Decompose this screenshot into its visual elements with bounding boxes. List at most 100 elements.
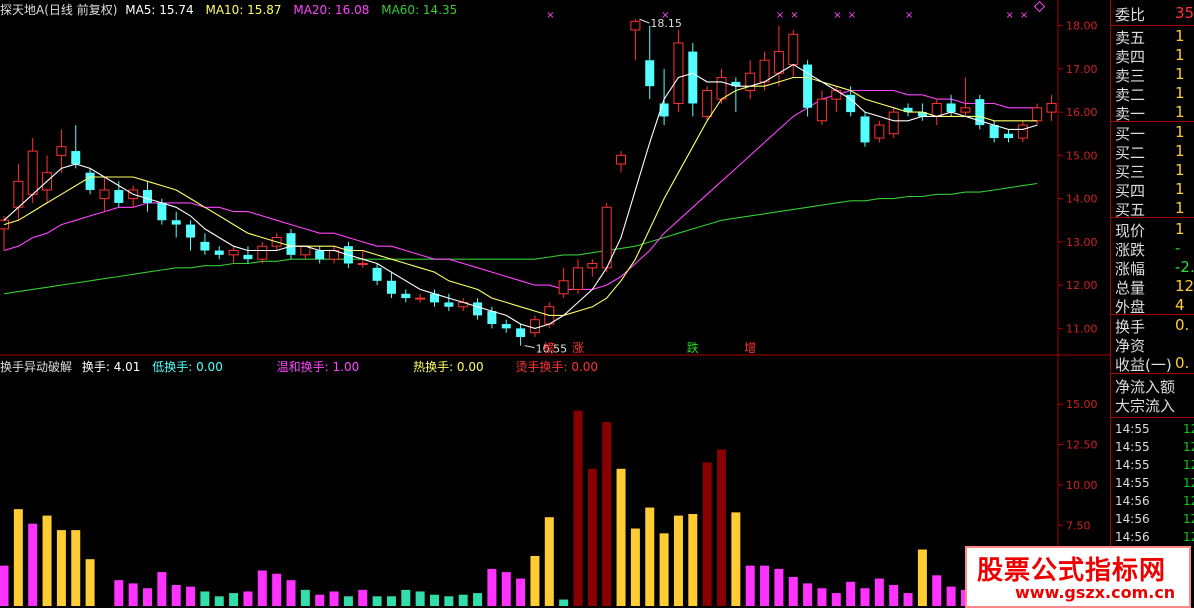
turnover-bar (645, 507, 655, 606)
turnover-bar (272, 573, 282, 606)
stat-row: 外盘 4 (1115, 296, 1185, 316)
tick-row: 14:56 12 (1115, 512, 1194, 526)
low-turnover-value: 低换手: 0.00 (152, 360, 223, 374)
turnover-bar (243, 591, 253, 606)
candle-body (702, 90, 713, 117)
candle (415, 293, 426, 303)
turnover-bar (430, 594, 439, 606)
candle-body (688, 51, 698, 104)
candle (587, 259, 598, 277)
turnover-bar (903, 593, 913, 606)
candle (630, 19, 641, 61)
tick-row-label: 14:55 (1115, 458, 1150, 472)
turnover-bar (56, 530, 66, 606)
tick-row-label: 14:55 (1115, 476, 1150, 490)
candle-body (773, 51, 784, 74)
sell-level-5: 卖五 1 (1115, 27, 1185, 47)
candle-body (386, 280, 396, 294)
buy-level-4-value: 1 (1175, 180, 1185, 198)
candle (372, 263, 382, 286)
indicator-title: 换手异动破解 (0, 360, 73, 374)
candle (931, 99, 942, 126)
candle (688, 42, 698, 117)
candle (315, 246, 325, 264)
tick-row-label: 14:56 (1115, 494, 1150, 508)
turnover-bar (803, 583, 813, 606)
candle (645, 25, 655, 100)
signal-tag: 增 (744, 341, 756, 355)
candle (788, 29, 799, 78)
buy-level-3-value: 1 (1175, 161, 1185, 179)
y-tick-label: 15.00 (1066, 398, 1098, 411)
candle (1017, 120, 1028, 143)
candle (85, 168, 95, 195)
candle (975, 94, 985, 130)
stat-row-label: 涨幅 (1115, 260, 1146, 278)
turnover-bar (702, 462, 712, 606)
turnover-bar (516, 578, 526, 606)
y-tick-label: 7.50 (1066, 519, 1091, 532)
tick-row: 14:55 12 (1115, 458, 1194, 472)
candle (888, 107, 899, 139)
candle-body (415, 297, 426, 300)
candle-body (200, 241, 210, 251)
turnover-bar (401, 589, 411, 606)
turnover-bar (573, 410, 583, 606)
candle (773, 25, 784, 87)
chart-header: 探天地A(日线 前复权) MA5: 15.74 MA10: 15.87 MA20… (0, 1, 457, 18)
y-tick-label: 17.00 (1066, 63, 1098, 76)
candle (616, 151, 627, 173)
panel-divider (1111, 314, 1194, 315)
candle-body (630, 20, 641, 31)
candle-body (157, 202, 167, 221)
candle-body (257, 245, 268, 260)
turnover-bar (13, 509, 23, 606)
turnover-bar (229, 593, 239, 606)
candle (1046, 94, 1057, 121)
turnover-bar (760, 565, 770, 606)
buy-level-4: 买四 1 (1115, 180, 1185, 200)
stat2-row: 收益(一) 0. (1115, 354, 1189, 374)
candle-body (214, 250, 224, 255)
stat-row: 涨幅 -2. (1115, 258, 1194, 278)
turnover-bar (214, 596, 224, 606)
candle (673, 29, 684, 113)
candle-body (888, 111, 899, 135)
stat-row-value: 1 (1175, 220, 1185, 238)
low-pointer (524, 345, 535, 349)
candle-body (960, 107, 971, 113)
buy-level-2-label: 买二 (1115, 144, 1146, 162)
candle-body (1017, 124, 1028, 139)
candle-body (529, 319, 540, 334)
candle-body (573, 267, 583, 290)
candle (13, 164, 24, 221)
y-tick-label: 18.00 (1066, 20, 1098, 33)
candle-body (616, 154, 627, 165)
weibi-row-label: 委比 (1115, 6, 1146, 24)
sell-level-4-value: 1 (1175, 46, 1185, 64)
turnover-bar (286, 580, 296, 606)
candle-body (788, 33, 799, 66)
candle-body (516, 328, 526, 338)
turnover-bar (143, 588, 152, 606)
y-tick-label: 14.00 (1066, 193, 1098, 206)
event-marker: × (661, 10, 669, 21)
event-marker: × (1006, 10, 1014, 21)
price-volume-chart[interactable]: 11.00 12.00 13.00 14.00 15.00 16.00 17.00 18.00… (0, 0, 1110, 606)
candle-body (444, 302, 454, 307)
y-tick-label: 11.00 (1066, 322, 1098, 335)
buy-level-1: 买一 1 (1115, 123, 1185, 143)
quote-panel: 委比35.卖五1卖四1卖三1卖二1卖一1买一1买二1买三1买四1买五1现价1涨跌… (1110, 0, 1194, 606)
turnover-bar (28, 523, 38, 606)
turnover-bar (186, 586, 196, 606)
mild-turnover-value: 温和换手: 1.00 (276, 360, 360, 374)
hot-turnover-value: 热换手: 0.00 (413, 360, 484, 374)
candle (759, 51, 770, 91)
y-tick-label: 13.00 (1066, 236, 1098, 249)
candle-body (673, 42, 684, 104)
candle (529, 315, 540, 338)
signal-tag: 跌 (687, 340, 699, 355)
candle (257, 241, 268, 264)
turnover-bar (874, 578, 884, 606)
turnover-bar (444, 596, 454, 606)
